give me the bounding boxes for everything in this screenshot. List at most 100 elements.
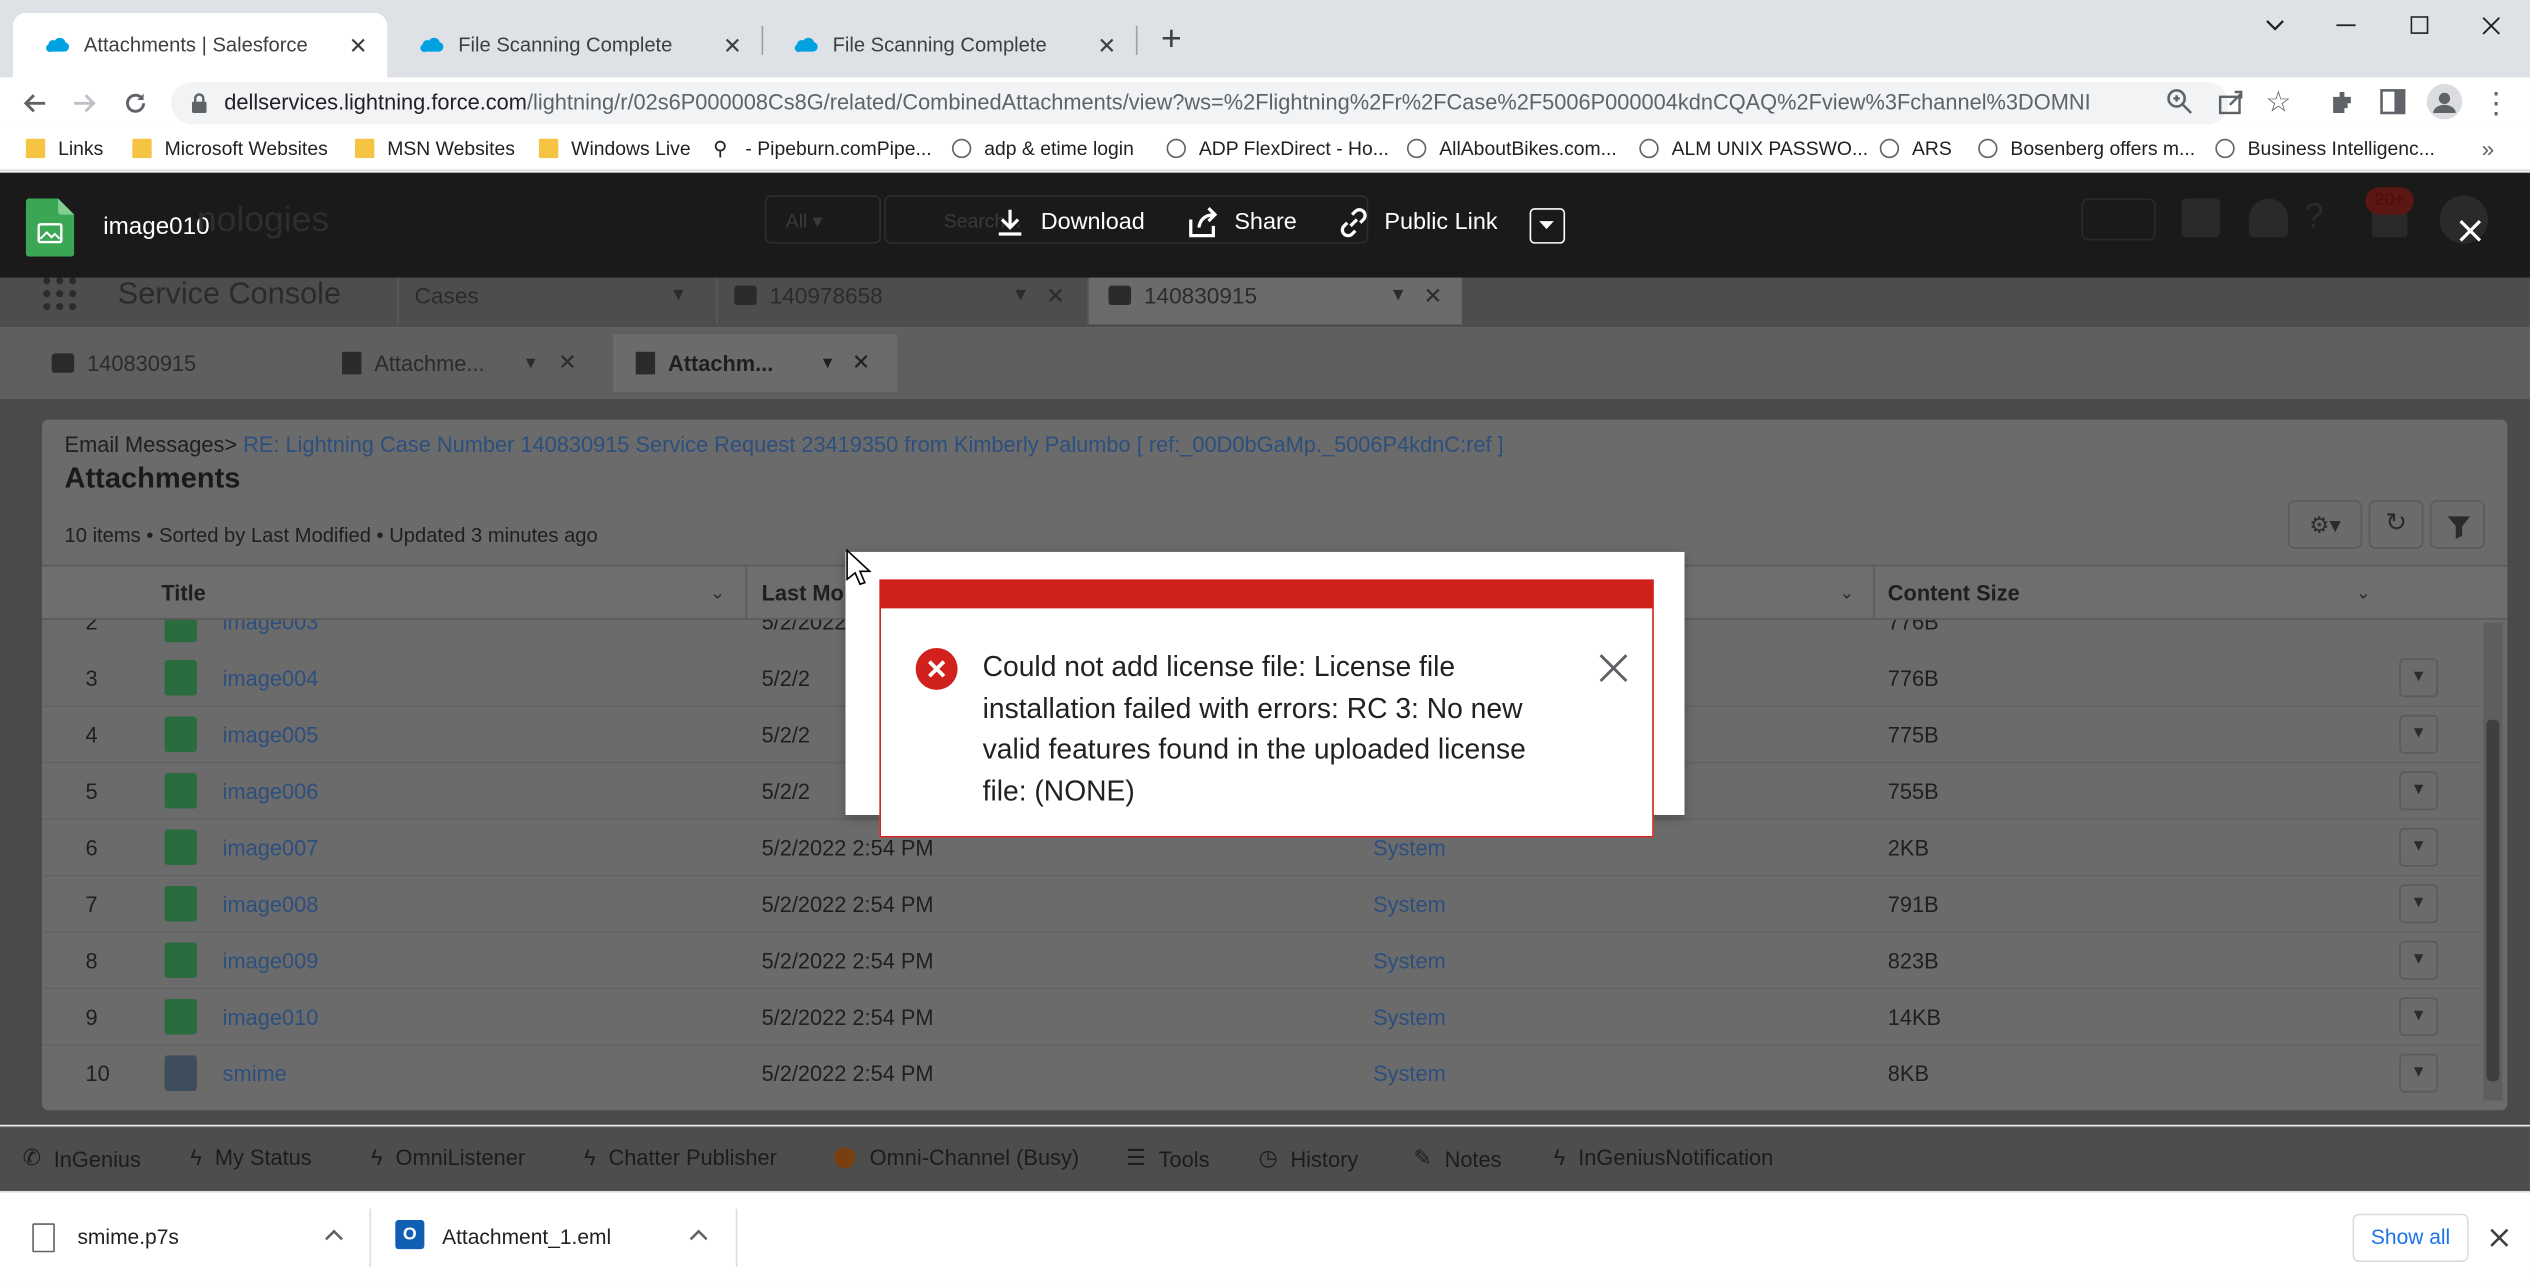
row-modified-by[interactable]: System bbox=[1373, 1062, 1446, 1086]
bookmark-folder[interactable]: Windows Live bbox=[538, 132, 691, 164]
download-item-attachment[interactable]: O Attachment_1.eml bbox=[371, 1193, 736, 1283]
close-icon[interactable]: ✕ bbox=[852, 350, 870, 376]
close-tab-icon[interactable]: ✕ bbox=[1094, 31, 1120, 58]
tab-search-icon[interactable] bbox=[2240, 6, 2311, 45]
bookmark-folder[interactable]: MSN Websites bbox=[354, 132, 515, 164]
forward-icon[interactable] bbox=[68, 87, 100, 119]
close-downloads-icon[interactable] bbox=[2486, 1225, 2512, 1251]
download-button[interactable]: Download bbox=[994, 207, 1145, 239]
row-title-link[interactable]: image006 bbox=[223, 779, 319, 803]
row-title-link[interactable]: image008 bbox=[223, 892, 319, 916]
bookmark-link[interactable]: adp & etime login bbox=[951, 132, 1134, 164]
close-toast-icon[interactable] bbox=[1597, 652, 1629, 684]
bookmark-link[interactable]: Business Intelligenc... bbox=[2215, 132, 2435, 164]
zoom-icon[interactable] bbox=[2165, 87, 2197, 119]
subtab-active[interactable]: Attachm... ▼ ✕ bbox=[613, 334, 898, 393]
chevron-down-icon[interactable]: ⌄ bbox=[2356, 583, 2371, 603]
bookmark-link[interactable]: AllAboutBikes.com... bbox=[1406, 132, 1617, 164]
table-row[interactable]: 8 image009 5/2/2022 2:54 PM System 823B … bbox=[43, 933, 2480, 990]
row-title-link[interactable]: smime bbox=[223, 1062, 287, 1086]
chevron-down-icon[interactable]: ▼ bbox=[1389, 286, 1407, 305]
row-modified-by[interactable]: System bbox=[1373, 892, 1446, 916]
bookmark-link[interactable]: ARS bbox=[1879, 132, 1952, 164]
row-actions-dropdown[interactable]: ▼ bbox=[2399, 714, 2438, 754]
scrollbar-thumb[interactable] bbox=[2486, 719, 2500, 1082]
bookmark-folder[interactable]: Links bbox=[25, 132, 103, 164]
row-actions-dropdown[interactable]: ▼ bbox=[2399, 827, 2438, 867]
chevron-up-icon[interactable] bbox=[323, 1223, 346, 1246]
filter-icon[interactable] bbox=[2429, 500, 2485, 549]
utility-item-omni-channel[interactable]: Omni-Channel (Busy) bbox=[834, 1146, 1079, 1170]
row-actions-dropdown[interactable]: ▼ bbox=[2399, 997, 2438, 1037]
chevron-down-icon[interactable]: ⌄ bbox=[710, 583, 725, 603]
minimize-icon[interactable] bbox=[2311, 6, 2382, 45]
row-title-link[interactable]: image004 bbox=[223, 666, 319, 690]
row-actions-dropdown[interactable]: ▼ bbox=[2399, 940, 2438, 980]
chevron-up-icon[interactable] bbox=[687, 1223, 710, 1246]
profile-avatar[interactable] bbox=[2426, 83, 2463, 120]
bookmark-star-icon[interactable]: ☆ bbox=[2265, 86, 2297, 118]
show-all-button[interactable]: Show all bbox=[2352, 1213, 2469, 1262]
browser-tab-file-scanning-1[interactable]: File Scanning Complete ✕ bbox=[387, 13, 761, 78]
row-modified-by[interactable]: System bbox=[1373, 949, 1446, 973]
reload-icon[interactable] bbox=[119, 87, 151, 119]
chevron-down-icon[interactable]: ▼ bbox=[820, 354, 836, 372]
chevron-down-icon[interactable]: ▼ bbox=[523, 354, 539, 372]
row-title-link[interactable]: image010 bbox=[223, 1005, 319, 1029]
row-title-link[interactable]: image003 bbox=[223, 620, 319, 635]
bookmark-link[interactable]: ALM UNIX PASSWO... bbox=[1639, 132, 1868, 164]
browser-tab-file-scanning-2[interactable]: File Scanning Complete ✕ bbox=[762, 13, 1136, 78]
bookmark-link[interactable]: Bosenberg offers m... bbox=[1978, 132, 2195, 164]
utility-item-my-status[interactable]: ϟ My Status bbox=[190, 1146, 311, 1170]
close-preview-icon[interactable] bbox=[2456, 216, 2485, 245]
row-title-link[interactable]: image009 bbox=[223, 949, 319, 973]
utility-item-ingenius-notification[interactable]: ϟ InGeniusNotification bbox=[1554, 1146, 1773, 1170]
row-actions-dropdown[interactable]: ▼ bbox=[2399, 1053, 2438, 1093]
utility-item-ingenius[interactable]: ✆ InGenius bbox=[23, 1146, 141, 1172]
subtab[interactable]: Attachme... ▼ ✕ bbox=[342, 334, 600, 392]
utility-item-tools[interactable]: ☰ Tools bbox=[1126, 1146, 1209, 1172]
bookmark-link[interactable]: ADP FlexDirect - Ho... bbox=[1166, 132, 1389, 164]
close-icon[interactable]: ✕ bbox=[1046, 282, 1065, 309]
close-icon[interactable]: ✕ bbox=[558, 350, 576, 376]
back-icon[interactable] bbox=[19, 87, 51, 119]
public-link-button[interactable]: Public Link bbox=[1338, 207, 1498, 239]
table-row[interactable]: 9 image010 5/2/2022 2:54 PM System 14KB … bbox=[43, 989, 2480, 1046]
column-header-last-modified[interactable]: Last Mo bbox=[762, 581, 844, 605]
table-row[interactable]: 7 image008 5/2/2022 2:54 PM System 791B … bbox=[43, 876, 2480, 933]
menu-kebab-icon[interactable]: ⋮ bbox=[2482, 87, 2511, 119]
row-title-link[interactable]: image007 bbox=[223, 836, 319, 860]
close-window-icon[interactable] bbox=[2456, 6, 2527, 45]
close-tab-icon[interactable]: ✕ bbox=[720, 31, 746, 58]
utility-item-notes[interactable]: ✎ Notes bbox=[1413, 1146, 1501, 1172]
column-header-content-size[interactable]: Content Size bbox=[1888, 581, 2020, 605]
chevron-down-icon[interactable]: ▼ bbox=[1012, 286, 1030, 305]
maximize-icon[interactable] bbox=[2385, 6, 2456, 45]
row-modified-by[interactable]: System bbox=[1373, 1005, 1446, 1029]
row-title-link[interactable]: image005 bbox=[223, 723, 319, 747]
browser-tab-attachments[interactable]: Attachments | Salesforce ✕ bbox=[12, 12, 388, 78]
more-actions-dropdown[interactable] bbox=[1529, 208, 1566, 244]
bookmark-link[interactable]: ⚲ - Pipeburn.comPipe... bbox=[713, 132, 931, 164]
utility-item-omnilistener[interactable]: ϟ OmniListener bbox=[371, 1146, 525, 1170]
table-row[interactable]: 10 smime 5/2/2022 2:54 PM System 8KB ▼ bbox=[44, 1046, 2480, 1102]
extensions-icon[interactable] bbox=[2328, 87, 2360, 119]
column-header-title[interactable]: Title bbox=[161, 581, 205, 605]
address-bar[interactable]: dellservices.lightning.force.com/lightni… bbox=[171, 82, 2229, 125]
utility-item-chatter-publisher[interactable]: ϟ Chatter Publisher bbox=[584, 1146, 777, 1170]
list-settings-gear-icon[interactable]: ⚙▾ bbox=[2287, 500, 2363, 549]
download-item-smime[interactable]: smime.p7s bbox=[0, 1193, 368, 1283]
close-tab-icon[interactable]: ✕ bbox=[345, 31, 371, 58]
more-bookmarks-icon[interactable]: » bbox=[2482, 132, 2495, 164]
chevron-down-icon[interactable]: ⌄ bbox=[1839, 583, 1854, 603]
utility-item-history[interactable]: ◷ History bbox=[1259, 1146, 1359, 1172]
subtab[interactable]: 140830915 bbox=[51, 334, 196, 392]
row-actions-dropdown[interactable]: ▼ bbox=[2399, 771, 2438, 811]
row-actions-dropdown[interactable]: ▼ bbox=[2399, 658, 2438, 698]
bookmark-folder[interactable]: Microsoft Websites bbox=[132, 132, 328, 164]
refresh-icon[interactable]: ↻ bbox=[2368, 500, 2424, 549]
row-modified-by[interactable]: System bbox=[1373, 836, 1446, 860]
share-page-icon[interactable] bbox=[2217, 87, 2249, 119]
share-button[interactable]: Share bbox=[1188, 207, 1297, 239]
table-scrollbar[interactable] bbox=[2483, 622, 2503, 1101]
